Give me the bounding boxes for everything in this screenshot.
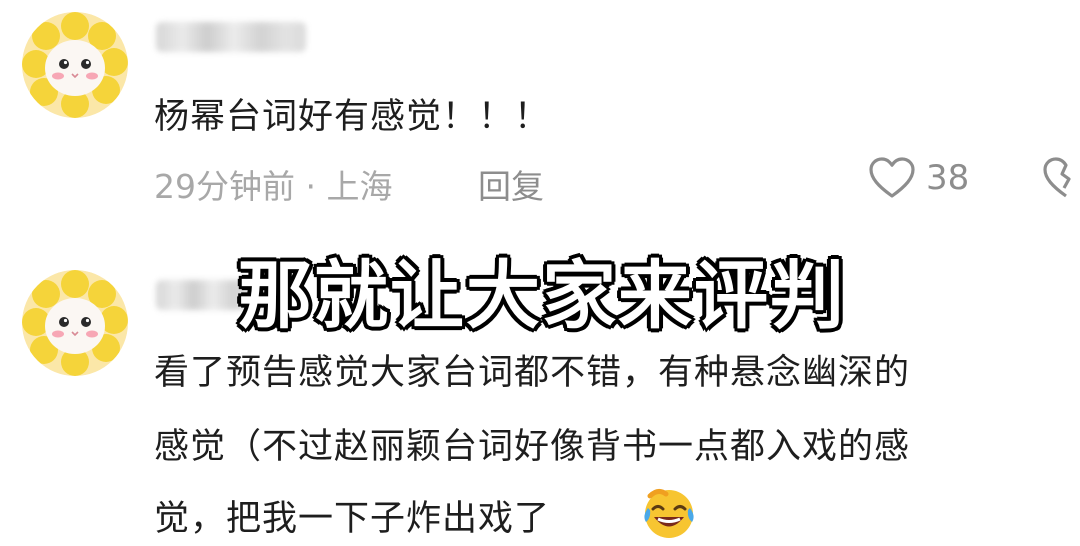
dislike-button[interactable] — [1042, 156, 1080, 200]
cat-avatar-icon — [22, 270, 128, 376]
cat-avatar-icon — [22, 12, 128, 118]
comment-text-line: 看了预告感觉大家台词都不错，有种悬念幽深的 — [154, 353, 911, 393]
reply-button[interactable]: 回复 — [478, 160, 544, 208]
avatar[interactable] — [22, 12, 128, 118]
avatar[interactable] — [22, 270, 128, 376]
username-blurred[interactable] — [156, 22, 306, 52]
heart-outline-icon — [869, 157, 915, 198]
comment-screen: 杨幂台词好有感觉！！！ 29分钟前 · 上海 回复 38 看了预告感觉大家台词都… — [0, 0, 1080, 546]
laughing-crying-emoji — [640, 484, 698, 542]
like-count: 38 — [926, 158, 970, 198]
laughing-crying-emoji-icon — [644, 488, 694, 538]
comment-meta: 29分钟前 · 上海 — [154, 167, 393, 206]
comment-text: 杨幂台词好有感觉！！！ — [154, 97, 551, 137]
comment-text-line: 觉，把我一下子炸出戏了 — [154, 499, 551, 539]
broken-heart-icon — [1043, 157, 1071, 198]
overlay-caption: 那就让大家来评判 — [236, 251, 846, 341]
comment-text-line: 感觉（不过赵丽颖台词好像背书一点都入戏的感 — [154, 427, 911, 467]
like-button[interactable]: 38 — [868, 156, 969, 200]
